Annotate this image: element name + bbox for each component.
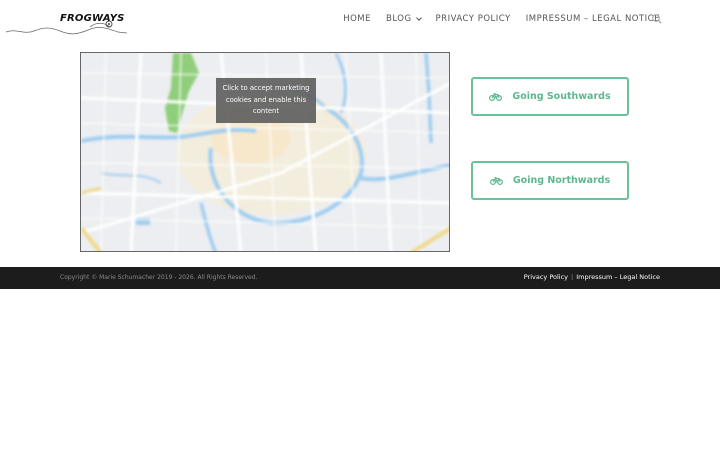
main-nav: HOME BLOG PRIVACY POLICY IMPRESSUM – LEG… — [328, 0, 660, 38]
copyright-text: Copyright © Marie Schumacher 2019 - 2026… — [60, 274, 258, 281]
nav-impressum-label: IMPRESSUM – LEGAL NOTICE — [525, 14, 660, 24]
going-northwards-button[interactable]: Going Northwards — [471, 161, 629, 200]
bicycle-icon — [489, 92, 503, 101]
site-header: FROGWAYS HOME BLOG PRIVACY POLICY IMPRES… — [0, 0, 720, 38]
going-northwards-label: Going Northwards — [512, 175, 611, 186]
footer-privacy-policy-link[interactable]: Privacy Policy — [524, 273, 568, 281]
nav-blog[interactable]: BLOG — [386, 14, 422, 24]
map-embed[interactable]: Click to accept marketing cookies and en… — [80, 52, 450, 252]
chevron-down-icon — [415, 14, 422, 21]
nav-home-label: HOME — [343, 14, 371, 24]
going-southwards-button[interactable]: Going Southwards — [471, 77, 629, 116]
search-button[interactable] — [651, 12, 663, 24]
footer-links: Privacy Policy | Impressum – Legal Notice — [524, 273, 660, 281]
site-footer: Copyright © Marie Schumacher 2019 - 2026… — [0, 267, 720, 289]
nav-privacy-label: PRIVACY POLICY — [435, 14, 511, 24]
footer-impressum-link[interactable]: Impressum – Legal Notice — [576, 273, 660, 281]
logo-text: FROGWAYS — [60, 13, 125, 24]
cookie-consent-overlay[interactable]: Click to accept marketing cookies and en… — [216, 78, 316, 123]
site-logo[interactable]: FROGWAYS — [5, 8, 128, 38]
nav-blog-label: BLOG — [386, 14, 412, 24]
footer-separator: | — [571, 273, 574, 281]
going-southwards-label: Going Southwards — [512, 91, 611, 102]
nav-impressum[interactable]: IMPRESSUM – LEGAL NOTICE — [526, 14, 660, 24]
bicycle-icon — [489, 176, 503, 185]
nav-privacy-policy[interactable]: PRIVACY POLICY — [436, 14, 511, 24]
search-icon — [652, 14, 662, 24]
nav-home[interactable]: HOME — [343, 14, 371, 24]
